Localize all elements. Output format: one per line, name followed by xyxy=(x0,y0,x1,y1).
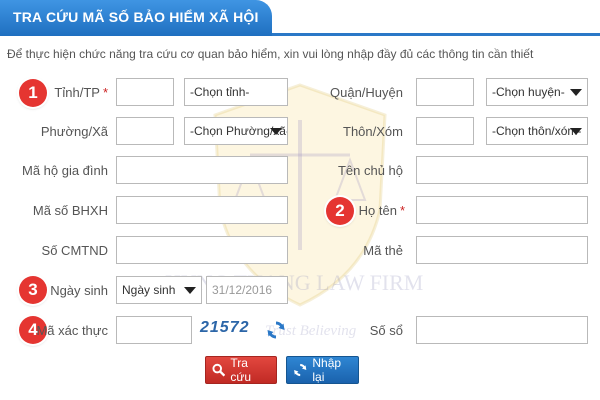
ngay-sinh-input[interactable]: 31/12/2016 xyxy=(206,276,288,304)
ngay-sinh-type-select[interactable]: Ngày sinh xyxy=(116,276,202,304)
chu-ho-input[interactable] xyxy=(416,156,588,184)
reset-button[interactable]: Nhập lại xyxy=(286,356,359,384)
label-thon: Thôn/Xóm xyxy=(343,124,403,139)
label-tinh: Tỉnh/TP * xyxy=(54,85,108,100)
cmtnd-input[interactable] xyxy=(116,236,288,264)
page-title: TRA CỨU MÃ SỐ BẢO HIỂM XÃ HỘI xyxy=(0,0,272,36)
refresh-icon xyxy=(294,363,307,377)
label-ma-the: Mã thẻ xyxy=(363,243,403,258)
label-cmtnd: Số CMTND xyxy=(41,243,108,258)
chevron-down-icon xyxy=(270,128,282,135)
ma-bhxh-input[interactable] xyxy=(116,196,288,224)
tinh-code-input[interactable] xyxy=(116,78,174,106)
required-mark: * xyxy=(102,85,108,100)
tinh-select[interactable]: -Chọn tỉnh- xyxy=(184,78,288,106)
label-ho-ten: Họ tên * xyxy=(358,203,405,218)
label-chu-ho: Tên chủ hộ xyxy=(337,163,403,178)
so-so-input[interactable] xyxy=(416,316,588,344)
phuong-code-input[interactable] xyxy=(116,117,174,145)
chevron-down-icon xyxy=(570,128,582,135)
label-quan: Quận/Huyện xyxy=(330,85,403,100)
search-button[interactable]: Tra cứu xyxy=(205,356,277,384)
captcha-image: 21572 xyxy=(200,319,250,336)
watermark-name: HUNG THANG LAW FIRM xyxy=(165,270,424,295)
label-ma-ho: Mã hộ gia đình xyxy=(21,163,108,178)
label-ngay-sinh: Ngày sinh xyxy=(50,283,108,298)
captcha-input[interactable] xyxy=(116,316,192,344)
refresh-captcha-icon[interactable] xyxy=(266,320,286,340)
phuong-select[interactable]: -Chọn Phường/xã- xyxy=(184,117,288,145)
label-so-so: Số sổ xyxy=(369,323,403,338)
huyen-select[interactable]: -Chọn huyện- xyxy=(486,78,588,106)
required-mark: * xyxy=(399,203,405,218)
intro-text: Để thực hiện chức năng tra cứu cơ quan b… xyxy=(7,47,534,61)
chevron-down-icon xyxy=(570,89,582,96)
thon-select[interactable]: -Chọn thôn/xóm- xyxy=(486,117,588,145)
label-ma-bhxh: Mã số BHXH xyxy=(32,203,108,218)
ma-ho-input[interactable] xyxy=(116,156,288,184)
ho-ten-input[interactable] xyxy=(416,196,588,224)
thon-code-input[interactable] xyxy=(416,117,474,145)
step-badge-1: 1 xyxy=(19,79,47,107)
quan-code-input[interactable] xyxy=(416,78,474,106)
chevron-down-icon xyxy=(184,287,196,294)
label-ma-xac-thuc: Mã xác thực xyxy=(36,323,108,338)
ma-the-input[interactable] xyxy=(416,236,588,264)
search-icon xyxy=(212,363,226,377)
label-phuong: Phường/Xã xyxy=(40,124,108,139)
